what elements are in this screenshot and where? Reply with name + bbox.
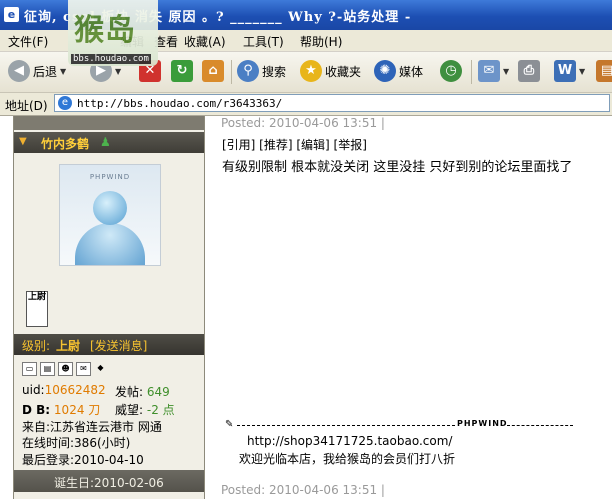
- search-button[interactable]: ⚲ 搜索: [237, 58, 286, 84]
- history-icon: ◷: [440, 60, 462, 82]
- send-message-link[interactable]: [发送消息]: [90, 337, 147, 354]
- back-dropdown-icon[interactable]: ▼: [60, 67, 66, 76]
- menu-help[interactable]: 帮助(H): [300, 33, 342, 50]
- from-location: 来自:江苏省连云港市 网通: [22, 420, 162, 434]
- posted-timestamp: Posted: 2010-04-06 13:51 |: [221, 116, 385, 130]
- posted-timestamp-next: Posted: 2010-04-06 13:51 |: [221, 483, 385, 497]
- db-label: D B:: [22, 403, 51, 417]
- menu-tools[interactable]: 工具(T): [243, 33, 284, 50]
- posts-label: 发帖:: [115, 385, 144, 399]
- media-icon: ✺: [374, 60, 396, 82]
- mail-dropdown-icon[interactable]: ▼: [503, 67, 509, 76]
- home-icon: ⌂: [202, 60, 224, 82]
- level-value: 上尉: [56, 339, 81, 353]
- prestige-value: -2 点: [146, 403, 175, 417]
- post-list-icon[interactable]: ▤: [40, 362, 55, 376]
- signature-brand: PHPWIND: [457, 419, 508, 428]
- post-actions[interactable]: [引用] [推荐] [编辑] [举报]: [222, 136, 367, 153]
- user-icon-row: ▭ ▤ ☻ ✉ ◆: [22, 362, 107, 376]
- media-button[interactable]: ✺ 媒体: [374, 58, 423, 84]
- refresh-button[interactable]: ↻: [171, 58, 193, 84]
- back-arrow-icon: ◀: [8, 60, 30, 82]
- level-bar: 级别: 上尉 [发送消息]: [14, 334, 204, 355]
- edit-button[interactable]: W ▼: [554, 58, 585, 84]
- toolbar-separator: [231, 60, 232, 84]
- edit-dropdown-icon[interactable]: ▼: [579, 67, 585, 76]
- signature-url[interactable]: http://shop34171725.taobao.com/: [247, 434, 452, 448]
- qq-icon[interactable]: ◆: [94, 362, 107, 374]
- last-login: 最后登录:2010-04-10: [22, 453, 144, 467]
- signature-pen-icon: ✎: [225, 419, 234, 430]
- online-time: 在线时间:386(小时): [22, 436, 131, 450]
- address-input[interactable]: e http://bbs.houdao.com/r3643363/: [54, 94, 610, 112]
- collapse-arrow-icon[interactable]: ▼: [19, 136, 27, 147]
- discuss-icon: ▤: [596, 60, 612, 82]
- history-button[interactable]: ◷: [440, 58, 462, 84]
- post-body: 有级别限制 根本就没关闭 这里没挂 只好到别的论坛里面找了: [222, 160, 573, 175]
- menu-favorites[interactable]: 收藏(A): [184, 33, 226, 50]
- address-label: 地址(D): [5, 99, 48, 113]
- prestige-stat: 威望: -2 点: [115, 401, 175, 418]
- avatar: PHPWIND: [59, 164, 161, 266]
- avatar-head-shape: [93, 191, 127, 225]
- add-friend-icon[interactable]: ☻: [58, 362, 73, 376]
- edit-page-icon: W: [554, 60, 576, 82]
- posts-stat: 发帖: 649: [115, 383, 170, 400]
- print-button[interactable]: ⎙: [518, 58, 540, 84]
- rank-badge-icon: 上尉: [26, 291, 48, 327]
- discuss-button[interactable]: ▤: [596, 58, 612, 84]
- birthday-bar: 诞生日:2010-02-06: [14, 470, 204, 492]
- forward-dropdown-icon[interactable]: ▼: [115, 67, 121, 76]
- back-label: 后退: [33, 64, 58, 79]
- message-icon[interactable]: ✉: [76, 362, 91, 376]
- avatar-brand: PHPWIND: [89, 173, 131, 181]
- uid-stat: uid:10662482: [22, 383, 106, 397]
- username-bar: ▼ 竹内多鹤 ♟: [14, 132, 204, 153]
- mail-icon: ✉: [478, 60, 500, 82]
- search-icon: ⚲: [237, 60, 259, 82]
- signature-text: 欢迎光临本店，我给猴岛的会员们打八折: [239, 452, 456, 466]
- level-label: 级别:: [22, 339, 51, 353]
- mail-button[interactable]: ✉ ▼: [478, 58, 509, 84]
- uid-value: 10662482: [44, 383, 106, 397]
- signature-divider: ✎ PHPWIND: [225, 419, 575, 432]
- signature-dash-left: [237, 425, 455, 426]
- db-stat: D B: 1024 刀: [22, 401, 100, 418]
- username[interactable]: 竹内多鹤: [41, 135, 89, 152]
- column-top-strip: [14, 116, 204, 130]
- profile-icon[interactable]: ▭: [22, 362, 37, 376]
- search-label: 搜索: [262, 64, 287, 79]
- address-bar: 地址(D) e http://bbs.houdao.com/r3643363/: [0, 93, 612, 116]
- back-button[interactable]: ◀ 后退 ▼: [8, 58, 66, 84]
- page-icon: e: [58, 96, 72, 110]
- home-button[interactable]: ⌂: [202, 58, 224, 84]
- media-label: 媒体: [399, 64, 424, 79]
- db-value: 1024 刀: [53, 403, 101, 417]
- online-status-icon: ♟: [100, 135, 111, 149]
- birthday: 诞生日:2010-02-06: [54, 476, 164, 490]
- toolbar-separator: [471, 60, 472, 84]
- uid-label: uid:: [22, 383, 45, 397]
- prestige-label: 威望:: [115, 403, 144, 417]
- favorites-button[interactable]: ★ 收藏夹: [300, 58, 361, 84]
- avatar-body-shape: [75, 223, 145, 265]
- signature-dash-right: [507, 425, 573, 426]
- logo-url: bbs.houdao.com: [71, 54, 151, 64]
- address-url[interactable]: http://bbs.houdao.com/r3643363/: [77, 97, 282, 110]
- posts-value: 649: [146, 385, 170, 399]
- menu-file[interactable]: 文件(F): [8, 33, 48, 50]
- ie-app-icon[interactable]: e: [4, 7, 19, 22]
- favorites-label: 收藏夹: [325, 64, 362, 79]
- printer-icon: ⎙: [518, 60, 540, 82]
- page-content: ▼ 竹内多鹤 ♟ PHPWIND 上尉 级别: 上尉 [发送消息] ▭ ▤ ☻ …: [0, 116, 612, 499]
- houdao-logo: 猴岛 bbs.houdao.com: [68, 0, 158, 66]
- favorites-star-icon: ★: [300, 60, 322, 82]
- user-info-column: ▼ 竹内多鹤 ♟ PHPWIND 上尉 级别: 上尉 [发送消息] ▭ ▤ ☻ …: [13, 116, 205, 499]
- refresh-icon: ↻: [171, 60, 193, 82]
- logo-mark: 猴岛: [74, 13, 136, 48]
